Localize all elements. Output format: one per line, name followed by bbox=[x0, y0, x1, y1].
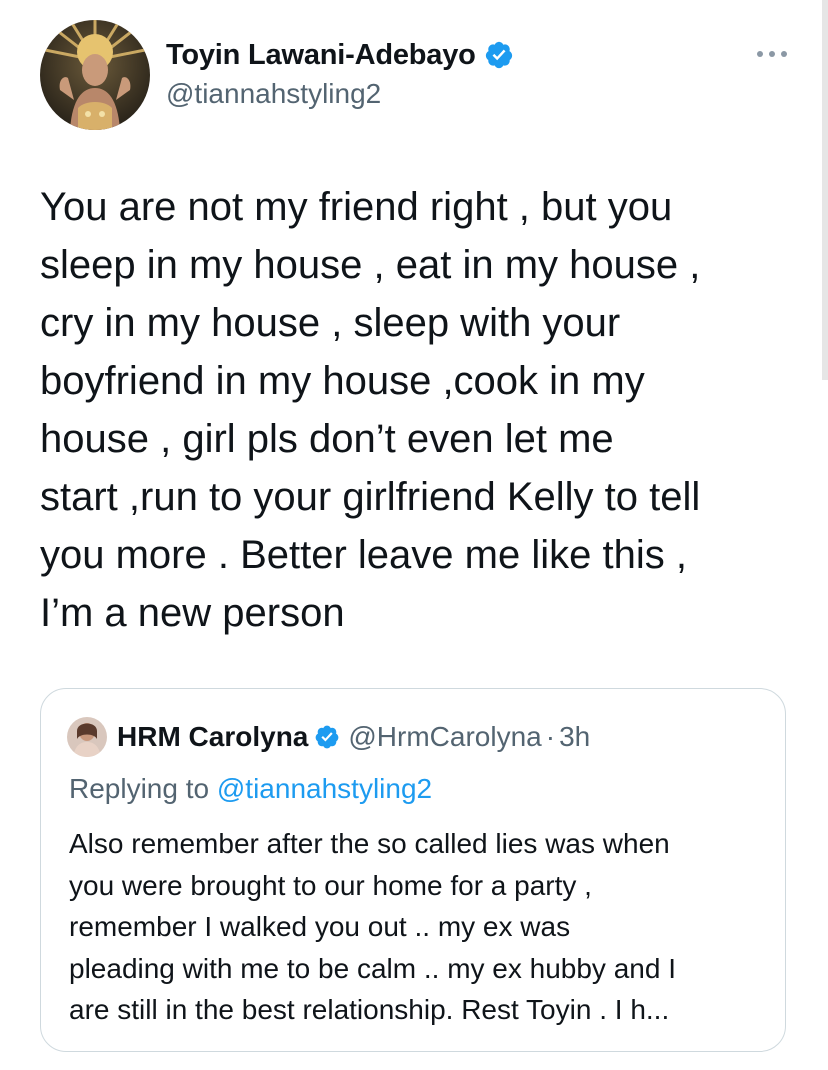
quoted-author-display-name[interactable]: HRM Carolyna bbox=[117, 721, 308, 753]
quoted-text-line: remember I walked you out .. my ex was bbox=[69, 911, 571, 942]
replying-to-mention-link[interactable]: @tiannahstyling2 bbox=[217, 773, 432, 804]
quoted-tweet-header: HRM Carolyna @HrmCarolyna · 3h bbox=[67, 717, 590, 757]
scrollbar[interactable] bbox=[822, 0, 828, 380]
more-options-icon bbox=[757, 51, 787, 57]
tweet-text-line: cry in my house , sleep with your bbox=[40, 301, 621, 345]
quoted-author-avatar[interactable] bbox=[67, 717, 107, 757]
tweet-text-line: You are not my friend right , but you bbox=[40, 185, 673, 229]
quoted-text-line: you were brought to our home for a party… bbox=[69, 869, 592, 901]
tweet-text-line: boyfriend in my house ,cook in my bbox=[40, 359, 645, 403]
author-name-row: Toyin Lawani-Adebayo bbox=[166, 36, 514, 74]
profile-photo-avatar bbox=[67, 717, 107, 757]
author-avatar[interactable] bbox=[40, 20, 150, 130]
quoted-text-line: pleading with me to be calm .. my ex hub… bbox=[69, 952, 676, 984]
tweet-text-line: you more . Better leave me like this , bbox=[40, 533, 687, 577]
tweet-card: Toyin Lawani-Adebayo @tiannahstyling2 Yo… bbox=[0, 0, 828, 1070]
replying-to-line: Replying to @tiannahstyling2 bbox=[69, 773, 432, 805]
tweet-text: You are not my friend right , but you sl… bbox=[40, 178, 800, 642]
quoted-tweet-time[interactable]: 3h bbox=[559, 721, 590, 753]
more-options-button[interactable] bbox=[752, 42, 792, 66]
tweet-text-line: house , girl pls don’t even let me bbox=[40, 417, 614, 461]
author-handle[interactable]: @tiannahstyling2 bbox=[166, 78, 514, 110]
profile-photo-avatar bbox=[40, 20, 150, 130]
verified-badge-icon bbox=[315, 725, 339, 749]
quoted-tweet-card[interactable]: HRM Carolyna @HrmCarolyna · 3h Replying … bbox=[40, 688, 786, 1052]
quoted-tweet-text: Also remember after the so called lies w… bbox=[69, 823, 676, 1031]
quoted-text-line: Also remember after the so called lies w… bbox=[69, 828, 670, 859]
tweet-text-line: sleep in my house , eat in my house , bbox=[40, 243, 701, 287]
quoted-text-line: are still in the best relationship. Rest… bbox=[69, 994, 670, 1025]
author-display-name[interactable]: Toyin Lawani-Adebayo bbox=[166, 39, 476, 72]
verified-badge-icon bbox=[485, 41, 512, 69]
replying-to-label: Replying to bbox=[69, 773, 217, 804]
quoted-author-handle[interactable]: @HrmCarolyna bbox=[348, 721, 541, 753]
tweet-text-line: I’m a new person bbox=[40, 591, 345, 635]
author-info: Toyin Lawani-Adebayo @tiannahstyling2 bbox=[166, 36, 514, 110]
separator-dot: · bbox=[545, 721, 556, 752]
tweet-text-line: start ,run to your girlfriend Kelly to t… bbox=[40, 475, 701, 519]
